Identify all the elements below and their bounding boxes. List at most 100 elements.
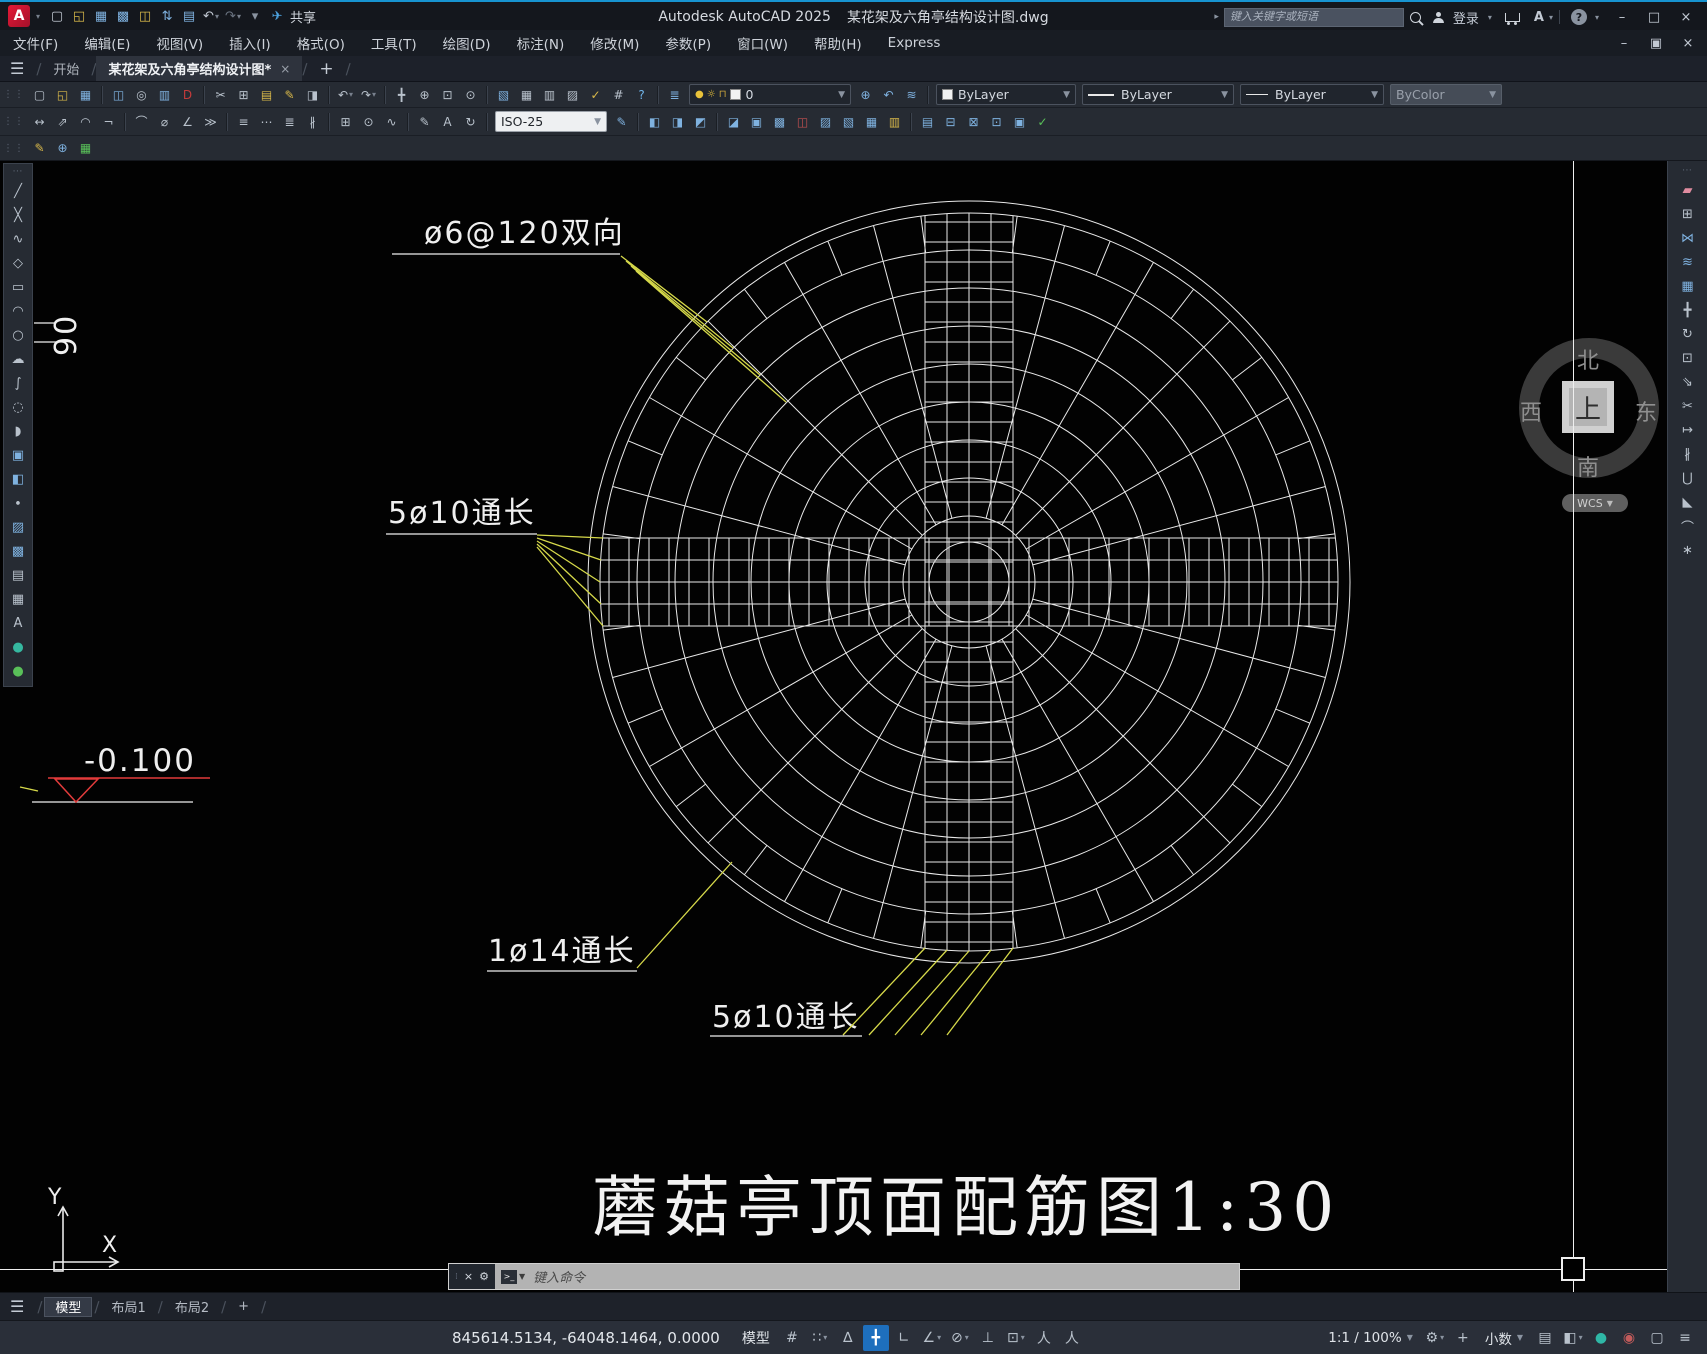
zoom-realtime-button[interactable]: ⊕ xyxy=(414,85,435,105)
viewcube-top-face[interactable]: 上 xyxy=(1562,381,1614,433)
viewcube-east-label[interactable]: 东 xyxy=(1633,395,1659,427)
menu-item-modify[interactable]: 修改(M) xyxy=(577,30,652,56)
annotation-monitor-toggle[interactable]: + xyxy=(1450,1325,1476,1351)
infer-constraints-toggle[interactable]: ∆ xyxy=(835,1325,861,1351)
layer-combo[interactable]: ● ☼ ⊓ 0 ▼ xyxy=(689,84,851,105)
join-button[interactable]: ⋃ xyxy=(1676,466,1700,490)
tool-extra-2-button[interactable]: ● xyxy=(6,659,30,683)
designcenter-button[interactable]: ▦ xyxy=(516,85,537,105)
dim-continue-button[interactable]: ⋯ xyxy=(256,112,277,132)
solid-color-faces-button[interactable]: ▥ xyxy=(884,112,905,132)
dim-jogged-button[interactable]: ∿ xyxy=(381,112,402,132)
dim-radius-button[interactable]: ⌒ xyxy=(131,112,152,132)
menu-item-dimension[interactable]: 标注(N) xyxy=(504,30,578,56)
file-tabs-menu-icon[interactable]: ☰ xyxy=(10,59,24,78)
quick-properties-toggle[interactable]: ▤ xyxy=(1532,1325,1558,1351)
solid-check-button[interactable]: ✓ xyxy=(1032,112,1053,132)
tab-close-icon[interactable]: × xyxy=(280,62,290,76)
menu-item-format[interactable]: 格式(O) xyxy=(284,30,358,56)
make-object-layer-current-button[interactable]: ⊕ xyxy=(855,85,876,105)
search-icon[interactable] xyxy=(1409,11,1421,23)
doc-restore-button[interactable]: ▣ xyxy=(1641,32,1671,54)
multiline-text-button[interactable]: A xyxy=(6,611,30,635)
pan-realtime-button[interactable]: ╋ xyxy=(391,85,412,105)
menu-item-express[interactable]: Express xyxy=(875,30,954,56)
plot-mobile-button[interactable]: ◫ xyxy=(134,6,156,26)
menu-item-view[interactable]: 视图(V) xyxy=(143,30,216,56)
redo-button[interactable]: ↷ ▾ xyxy=(222,6,244,26)
break-button[interactable]: ∦ xyxy=(1676,442,1700,466)
menu-item-file[interactable]: 文件(F) xyxy=(0,30,71,56)
layer-properties-button[interactable]: ≣ xyxy=(664,85,685,105)
solid-subtract-button[interactable]: ◨ xyxy=(667,112,688,132)
polyline-button[interactable]: ∿ xyxy=(6,227,30,251)
drawing-area[interactable]: ø6@120双向 5ø10通长 -0.100 1ø14通长 5ø10通长 90 … xyxy=(0,161,1707,1292)
autodesk-app-icon[interactable]: A xyxy=(1534,10,1544,25)
linetype-combo-dropdown-icon[interactable]: ▼ xyxy=(1365,90,1378,100)
color-combo[interactable]: ByLayer ▼ xyxy=(936,84,1076,105)
sheet-set-manager-button[interactable]: ▨ xyxy=(562,85,583,105)
isolate-objects-toggle[interactable]: ● xyxy=(1588,1325,1614,1351)
isometric-drafting-dropdown-icon[interactable]: ▾ xyxy=(965,1333,969,1342)
block-editor-button[interactable]: ◨ xyxy=(302,85,323,105)
stretch-button[interactable]: ⇘ xyxy=(1676,370,1700,394)
save-reference-edits-button[interactable]: ▦ xyxy=(75,138,96,158)
layer-combo-dropdown-icon[interactable]: ▼ xyxy=(832,90,845,100)
snap-mode-dropdown-icon[interactable]: ▾ xyxy=(823,1333,827,1342)
object-snap-toggle[interactable]: ⊡ ▾ xyxy=(1003,1325,1029,1351)
tool-extra-1-button[interactable]: ● xyxy=(6,635,30,659)
dim-ordinate-button[interactable]: ¬ xyxy=(98,112,119,132)
solid-extrude-faces-button[interactable]: ◪ xyxy=(723,112,744,132)
array-button[interactable]: ▦ xyxy=(1676,274,1700,298)
solid-union-button[interactable]: ◧ xyxy=(644,112,665,132)
rotate-button[interactable]: ↻ xyxy=(1676,322,1700,346)
quick-calc-button[interactable]: # xyxy=(608,85,629,105)
dimension-90-text[interactable]: 90 xyxy=(49,314,84,356)
solid-move-faces-button[interactable]: ▣ xyxy=(746,112,767,132)
solid-delete-faces-button[interactable]: ◫ xyxy=(792,112,813,132)
maximize-button[interactable]: □ xyxy=(1639,5,1669,29)
revision-cloud-button[interactable]: ☁ xyxy=(6,347,30,371)
move-button[interactable]: ╋ xyxy=(1676,298,1700,322)
erase-button[interactable]: ▰ xyxy=(1676,178,1700,202)
rebar-mesh-annotation[interactable]: ø6@120双向 xyxy=(424,216,625,251)
add-to-working-set-button[interactable]: ⊕ xyxy=(52,138,73,158)
open-drawing-button[interactable]: ◱ xyxy=(68,6,90,26)
polar-tracking-dropdown-icon[interactable]: ▾ xyxy=(937,1333,941,1342)
minimize-button[interactable]: – xyxy=(1607,5,1637,29)
lock-ui-toggle[interactable]: ◧ ▾ xyxy=(1560,1325,1586,1351)
snap-mode-toggle[interactable]: ∷ ▾ xyxy=(807,1325,833,1351)
menu-item-tools[interactable]: 工具(T) xyxy=(358,30,430,56)
object-snap-tracking-toggle[interactable]: ⊥ xyxy=(975,1325,1001,1351)
dim-baseline-button[interactable]: ≡ xyxy=(233,112,254,132)
make-block-button[interactable]: ◧ xyxy=(6,467,30,491)
tab-current-drawing[interactable]: 某花架及六角亭结构设计图* × xyxy=(96,56,303,81)
dim-arc-length-button[interactable]: ◠ xyxy=(75,112,96,132)
point-button[interactable]: ∙ xyxy=(6,491,30,515)
redo-dropdown-icon[interactable]: ▾ xyxy=(237,12,241,21)
viewcube-top-label[interactable]: 上 xyxy=(1569,388,1607,426)
redo-toolbar-button[interactable]: ↷ ▾ xyxy=(358,85,379,105)
share-label[interactable]: 共享 xyxy=(290,7,316,26)
color-combo-dropdown-icon[interactable]: ▼ xyxy=(1057,90,1070,100)
toolbar-grip[interactable]: ⋮⋮ xyxy=(3,143,25,154)
share-button[interactable]: ✈ xyxy=(266,6,288,26)
tolerance-button[interactable]: ⊞ xyxy=(335,112,356,132)
command-input-area[interactable]: >_ ▼ 键入命令 xyxy=(495,1264,1239,1289)
search-input[interactable] xyxy=(1223,7,1404,27)
layout-menu-icon[interactable]: ☰ xyxy=(10,1297,24,1316)
toolbar-grip[interactable]: ⋯ xyxy=(1682,165,1693,176)
offset-button[interactable]: ≋ xyxy=(1676,250,1700,274)
dimstyle-combo[interactable]: ISO-25 ▼ xyxy=(495,111,607,132)
send-feedback-button[interactable]: ⇅ xyxy=(156,6,178,26)
solid-separate-button[interactable]: ⊡ xyxy=(986,112,1007,132)
layout-tab-1[interactable]: 布局1 xyxy=(101,1295,155,1319)
command-prompt-icon[interactable]: >_ xyxy=(501,1269,517,1284)
app-store-cart-icon[interactable] xyxy=(1504,12,1520,25)
center-mark-button[interactable]: ⊙ xyxy=(358,112,379,132)
command-history-dropdown-icon[interactable]: ▼ xyxy=(519,1272,525,1281)
dim-edit-button[interactable]: ✎ xyxy=(414,112,435,132)
tool-palettes-button[interactable]: ▥ xyxy=(539,85,560,105)
menu-item-insert[interactable]: 插入(I) xyxy=(216,30,284,56)
qnew-button[interactable]: ▢ xyxy=(29,85,50,105)
